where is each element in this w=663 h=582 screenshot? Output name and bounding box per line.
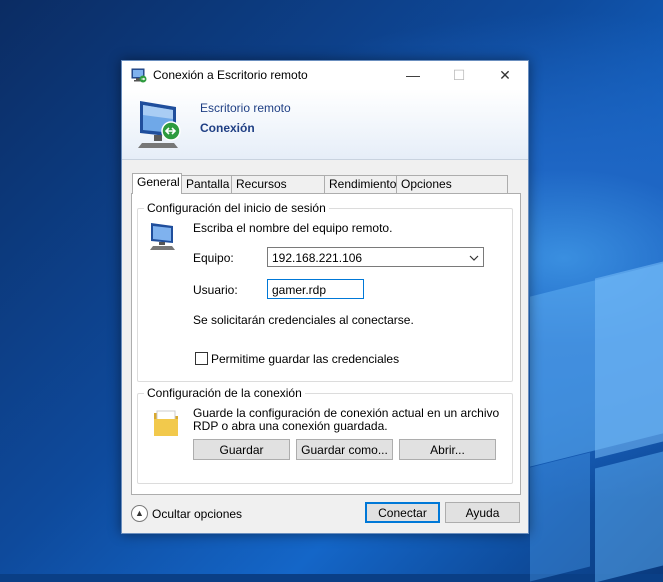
connect-button[interactable]: Conectar bbox=[365, 502, 440, 523]
save-as-button[interactable]: Guardar como... bbox=[296, 439, 393, 460]
banner: Escritorio remoto Conexión bbox=[122, 89, 528, 160]
tab-pantalla[interactable]: Pantalla bbox=[181, 175, 232, 193]
open-button[interactable]: Abrir... bbox=[399, 439, 496, 460]
computer-combobox[interactable]: 192.168.221.106 bbox=[267, 247, 484, 267]
chevron-down-icon[interactable] bbox=[469, 248, 479, 276]
connection-description-line2: RDP o abra una conexión guardada. bbox=[193, 419, 388, 433]
tab-general[interactable]: General bbox=[132, 173, 182, 194]
general-tab-panel: Configuración del inicio de sesión Escri… bbox=[131, 193, 521, 495]
computer-label: Equipo: bbox=[193, 251, 234, 265]
close-button[interactable]: ✕ bbox=[482, 61, 528, 89]
banner-title-line2: Conexión bbox=[200, 121, 255, 135]
user-field[interactable]: gamer.rdp bbox=[267, 279, 364, 299]
tab-recursos-locales[interactable]: Recursos locales bbox=[231, 175, 325, 208]
minimize-button[interactable]: — bbox=[390, 61, 436, 89]
remote-desktop-window: Conexión a Escritorio remoto — ☐ ✕ Escri… bbox=[121, 60, 529, 534]
tab-rendimiento[interactable]: Rendimiento bbox=[324, 175, 397, 193]
group-legend: Configuración de la conexión bbox=[144, 386, 305, 400]
maximize-button[interactable]: ☐ bbox=[436, 61, 482, 89]
computer-instruction: Escriba el nombre del equipo remoto. bbox=[193, 221, 393, 235]
desktop-logo-pane bbox=[595, 451, 663, 582]
connection-settings-group: Configuración de la conexión Guarde la c… bbox=[137, 386, 513, 484]
remote-desktop-icon bbox=[131, 67, 147, 83]
save-credentials-label[interactable]: Permitime guardar las credenciales bbox=[211, 352, 399, 366]
user-value: gamer.rdp bbox=[272, 283, 327, 297]
desktop-logo-pane bbox=[530, 452, 590, 582]
folder-icon bbox=[152, 407, 180, 439]
connection-description-line1: Guarde la configuración de conexión actu… bbox=[193, 406, 500, 420]
computer-value: 192.168.221.106 bbox=[272, 251, 363, 265]
group-legend: Configuración del inicio de sesión bbox=[144, 201, 329, 215]
title-bar[interactable]: Conexión a Escritorio remoto — ☐ ✕ bbox=[122, 61, 528, 89]
tab-opciones-avanzadas[interactable]: Opciones avanzadas bbox=[396, 175, 508, 208]
computer-monitor-icon bbox=[148, 221, 182, 251]
hide-options-link[interactable]: Ocultar opciones bbox=[152, 507, 242, 521]
credentials-note: Se solicitarán credenciales al conectars… bbox=[193, 313, 414, 327]
window-title: Conexión a Escritorio remoto bbox=[153, 68, 308, 82]
desktop-logo-pane bbox=[595, 261, 663, 459]
save-credentials-checkbox[interactable] bbox=[195, 352, 208, 365]
remote-desktop-monitor-icon bbox=[134, 97, 190, 151]
save-button[interactable]: Guardar bbox=[193, 439, 290, 460]
help-button[interactable]: Ayuda bbox=[445, 502, 520, 523]
login-settings-group: Configuración del inicio de sesión Escri… bbox=[137, 201, 513, 382]
banner-title-line1: Escritorio remoto bbox=[200, 101, 291, 115]
user-label: Usuario: bbox=[193, 283, 238, 297]
chevron-up-icon[interactable]: ▲ bbox=[131, 505, 148, 522]
